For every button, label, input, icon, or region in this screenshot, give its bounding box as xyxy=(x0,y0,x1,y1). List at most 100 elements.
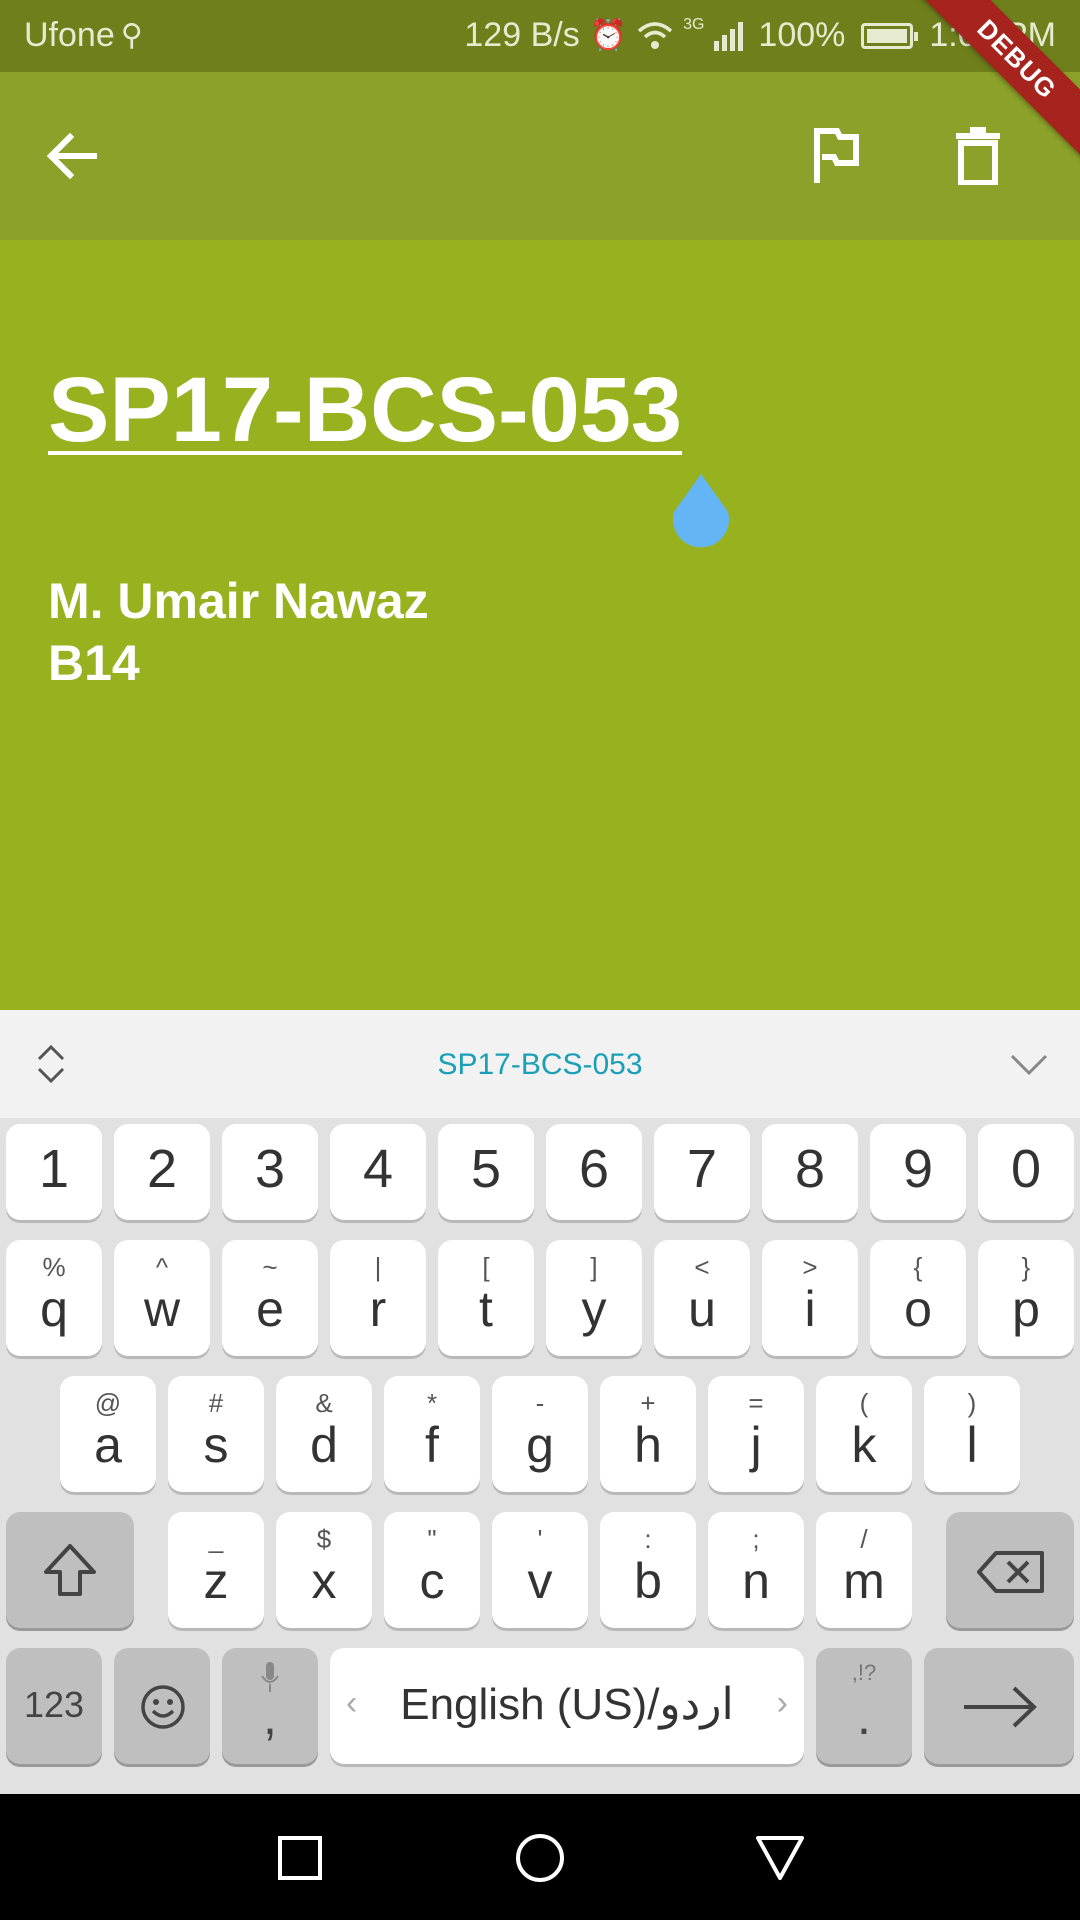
key-secondary-label: = xyxy=(748,1388,764,1418)
shift-key[interactable] xyxy=(6,1512,134,1628)
carrier-name: Ufone xyxy=(24,16,115,54)
key-p[interactable]: } p xyxy=(978,1240,1074,1356)
key-7[interactable]: 7 xyxy=(654,1124,750,1220)
key-secondary-label: ) xyxy=(967,1388,977,1418)
key-w[interactable]: ^ w xyxy=(114,1240,210,1356)
key-y[interactable]: ] y xyxy=(546,1240,642,1356)
note-title-field[interactable]: SP17-BCS-053 xyxy=(48,358,682,463)
key-label: i xyxy=(804,1281,816,1337)
key-secondary-label: ; xyxy=(752,1524,760,1554)
status-bar: Ufone ⚲ 129 B/s ⏰ 3G 100% 1:06 PM xyxy=(0,0,1080,72)
key-label: n xyxy=(742,1553,770,1609)
key-n[interactable]: ; n xyxy=(708,1512,804,1628)
chevron-down-icon[interactable] xyxy=(1010,1054,1048,1076)
key-secondary-label: > xyxy=(802,1252,818,1282)
chevron-right-icon: › xyxy=(776,1684,788,1722)
arrow-left-icon xyxy=(46,132,97,180)
key-o[interactable]: {o xyxy=(870,1240,966,1356)
recent-apps-square-icon[interactable] xyxy=(272,1830,328,1886)
key-label: 0 xyxy=(1010,1139,1042,1199)
key-label: f xyxy=(425,1417,439,1473)
key-label: p xyxy=(1012,1281,1040,1337)
key-5[interactable]: 5 xyxy=(438,1124,534,1220)
key-1[interactable]: 1 xyxy=(6,1124,102,1220)
key-d[interactable]: & d xyxy=(276,1376,372,1492)
key-b[interactable]: :b xyxy=(600,1512,696,1628)
key-label: l xyxy=(966,1417,978,1473)
back-triangle-icon[interactable] xyxy=(752,1830,808,1886)
key-c[interactable]: " c xyxy=(384,1512,480,1628)
note-body-field[interactable]: M. Umair Nawaz B14 xyxy=(48,570,429,694)
key-secondary-label: : xyxy=(644,1524,652,1554)
key-label: m xyxy=(843,1553,885,1609)
key-z[interactable]: _ z xyxy=(168,1512,264,1628)
network-type: 3G xyxy=(683,16,705,33)
key-g[interactable]: -g xyxy=(492,1376,588,1492)
key-s[interactable]: # s xyxy=(168,1376,264,1492)
space-key-label: English (US)/اردو xyxy=(400,1680,734,1729)
back-button[interactable] xyxy=(28,112,116,200)
note-content: SP17-BCS-053 M. Umair Nawaz B14 xyxy=(0,240,1080,1010)
key-secondary-label: < xyxy=(694,1252,710,1282)
key-label: s xyxy=(203,1417,229,1473)
symbols-key[interactable]: 123 xyxy=(6,1648,102,1764)
key-4[interactable]: 4 xyxy=(330,1124,426,1220)
trash-icon xyxy=(956,127,1000,185)
net-speed: 129 B/s xyxy=(464,16,580,54)
key-label: q xyxy=(40,1281,68,1337)
home-circle-icon[interactable] xyxy=(512,1830,568,1886)
key-0[interactable]: 0 xyxy=(978,1124,1074,1220)
key-k[interactable]: (k xyxy=(816,1376,912,1492)
key-secondary-label: - xyxy=(535,1388,545,1418)
key-l[interactable]: ) l xyxy=(924,1376,1020,1492)
enter-key[interactable] xyxy=(924,1648,1074,1764)
backspace-key[interactable] xyxy=(946,1512,1074,1628)
suggestion-text[interactable]: SP17-BCS-053 xyxy=(0,1048,1080,1082)
key-label: d xyxy=(310,1417,338,1473)
key-secondary-label: } xyxy=(1021,1252,1031,1282)
key-label: r xyxy=(369,1281,387,1337)
key-secondary-label: _ xyxy=(208,1524,224,1554)
arrow-right-icon xyxy=(964,1686,1037,1728)
comma-key-label: , xyxy=(263,1689,277,1745)
key-label: z xyxy=(203,1553,229,1609)
signal-icon xyxy=(714,21,744,51)
key-x[interactable]: $ x xyxy=(276,1512,372,1628)
key-i[interactable]: > i xyxy=(762,1240,858,1356)
text-cursor-handle[interactable] xyxy=(668,472,734,552)
key-secondary-label: % xyxy=(42,1252,66,1282)
key-h[interactable]: + h xyxy=(600,1376,696,1492)
key-label: e xyxy=(256,1281,284,1337)
key-q[interactable]: % q xyxy=(6,1240,102,1356)
key-m[interactable]: / m xyxy=(816,1512,912,1628)
key-e[interactable]: ~ e xyxy=(222,1240,318,1356)
key-label: a xyxy=(94,1417,122,1473)
key-8[interactable]: 8 xyxy=(762,1124,858,1220)
emoji-key[interactable] xyxy=(114,1648,210,1764)
space-key[interactable]: ‹ English (US)/اردو › xyxy=(330,1648,804,1764)
delete-button[interactable] xyxy=(934,112,1022,200)
shift-icon xyxy=(44,1544,96,1596)
navigation-bar xyxy=(0,1794,1080,1920)
key-6[interactable]: 6 xyxy=(546,1124,642,1220)
key-secondary-label: ^ xyxy=(155,1252,169,1282)
key-secondary-label: / xyxy=(860,1524,868,1554)
key-label: b xyxy=(634,1553,662,1609)
key-u[interactable]: < u xyxy=(654,1240,750,1356)
key-j[interactable]: = j xyxy=(708,1376,804,1492)
key-label: 1 xyxy=(38,1139,70,1199)
period-key[interactable]: ,!? . xyxy=(816,1648,912,1764)
key-2[interactable]: 2 xyxy=(114,1124,210,1220)
key-secondary-label: ' xyxy=(537,1524,543,1554)
key-r[interactable]: | r xyxy=(330,1240,426,1356)
smiley-icon xyxy=(141,1685,185,1729)
symbols-key-label: 123 xyxy=(23,1684,85,1725)
key-3[interactable]: 3 xyxy=(222,1124,318,1220)
flag-button[interactable] xyxy=(792,112,880,200)
key-f[interactable]: * f xyxy=(384,1376,480,1492)
key-9[interactable]: 9 xyxy=(870,1124,966,1220)
key-a[interactable]: @ a xyxy=(60,1376,156,1492)
key-v[interactable]: ' v xyxy=(492,1512,588,1628)
key-t[interactable]: [t xyxy=(438,1240,534,1356)
comma-key[interactable]: , xyxy=(222,1648,318,1764)
